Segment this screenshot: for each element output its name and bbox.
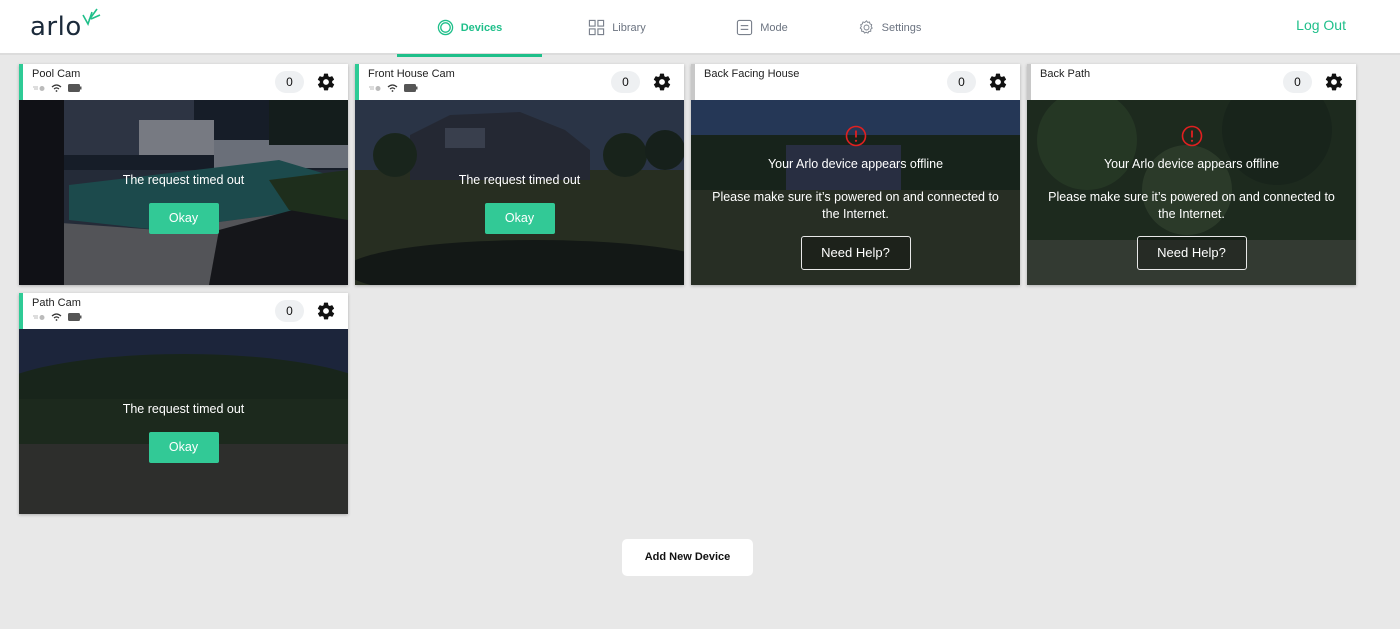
arlo-logo[interactable]: arlo [30, 8, 102, 40]
bird-logo-icon [82, 8, 101, 26]
okay-button[interactable]: Okay [148, 432, 219, 463]
library-grid-icon [589, 19, 605, 36]
alert-exclamation-icon [1181, 125, 1202, 147]
offline-detail: Please make sure it’s powered on and con… [1048, 190, 1335, 221]
wifi-icon [51, 313, 62, 321]
top-header: arlo Devices Library Mode Settings Log O… [0, 0, 1400, 57]
timeout-message: The request timed out [122, 402, 245, 416]
log-out-link[interactable]: Log Out [1296, 17, 1346, 33]
wifi-icon [387, 84, 398, 92]
add-new-device-button[interactable]: Add New Device [622, 539, 753, 576]
card-header: Path Cam 0 [19, 293, 348, 329]
camera-feed[interactable]: Your Arlo device appears offline Please … [1027, 100, 1356, 285]
clip-count-badge[interactable]: 0 [275, 71, 304, 93]
clip-count-badge[interactable]: 0 [275, 300, 304, 322]
nav-tab-library[interactable]: Library [542, 0, 692, 55]
device-card-back-facing-house: Back Facing House 0 Your Arlo device app… [691, 64, 1020, 285]
device-name: Pool Cam [32, 68, 81, 80]
device-card-pool-cam: Pool Cam 0 The request timed out Okay [19, 64, 348, 285]
card-header: Back Path 0 [1027, 64, 1356, 100]
device-settings-gear-icon[interactable] [652, 72, 672, 92]
camera-feed[interactable]: The request timed out Okay [19, 100, 348, 285]
status-icons [33, 313, 82, 321]
nav-label: Settings [881, 21, 922, 34]
device-settings-gear-icon[interactable] [1324, 72, 1344, 92]
feed-dim-overlay [355, 100, 684, 285]
need-help-button[interactable]: Need Help? [1136, 236, 1247, 270]
okay-button[interactable]: Okay [484, 203, 555, 234]
nav-tab-mode[interactable]: Mode [692, 0, 832, 55]
device-name: Back Path [1040, 68, 1091, 80]
need-help-button[interactable]: Need Help? [800, 236, 911, 270]
mode-icon [737, 19, 753, 36]
battery-icon [68, 84, 82, 92]
device-name: Back Facing House [704, 68, 800, 80]
clip-count-badge[interactable]: 0 [611, 71, 640, 93]
card-header: Pool Cam 0 [19, 64, 348, 100]
nav-label: Library [612, 21, 646, 34]
motion-indicator-icon [33, 85, 45, 91]
device-name: Front House Cam [368, 68, 455, 80]
device-settings-gear-icon[interactable] [316, 72, 336, 92]
camera-feed[interactable]: The request timed out Okay [355, 100, 684, 285]
device-card-path-cam: Path Cam 0 The request timed out Okay [19, 293, 348, 514]
device-name: Path Cam [32, 297, 81, 309]
camera-feed[interactable]: Your Arlo device appears offline Please … [691, 100, 1020, 285]
motion-indicator-icon [33, 314, 45, 320]
clip-count-badge[interactable]: 0 [1283, 71, 1312, 93]
device-settings-gear-icon[interactable] [988, 72, 1008, 92]
feed-dim-overlay [19, 100, 348, 285]
clip-count-badge[interactable]: 0 [947, 71, 976, 93]
nav-tab-settings[interactable]: Settings [832, 0, 947, 55]
offline-message: Your Arlo device appears offline [1103, 157, 1280, 171]
nav-tab-devices[interactable]: Devices [397, 0, 542, 57]
offline-message: Your Arlo device appears offline [767, 157, 944, 171]
status-icons [33, 84, 82, 92]
battery-icon [404, 84, 418, 92]
timeout-message: The request timed out [122, 173, 245, 187]
device-card-front-house-cam: Front House Cam 0 The request timed out … [355, 64, 684, 285]
alert-exclamation-icon [845, 125, 866, 147]
device-card-back-path: Back Path 0 Your Arlo device appears off… [1027, 64, 1356, 285]
battery-icon [68, 313, 82, 321]
gear-outline-icon [859, 20, 873, 34]
wifi-icon [51, 84, 62, 92]
feed-dim-overlay [19, 329, 348, 514]
motion-indicator-icon [369, 85, 381, 91]
device-settings-gear-icon[interactable] [316, 301, 336, 321]
nav-label: Devices [460, 21, 503, 34]
okay-button[interactable]: Okay [148, 203, 219, 234]
camera-feed[interactable]: The request timed out Okay [19, 329, 348, 514]
timeout-message: The request timed out [458, 173, 581, 187]
main-nav: Devices Library Mode Settings [397, 0, 947, 57]
logo-text: arlo [30, 12, 82, 42]
offline-detail: Please make sure it’s powered on and con… [712, 190, 999, 221]
status-icons [369, 84, 418, 92]
nav-label: Mode [760, 21, 788, 34]
card-header: Back Facing House 0 [691, 64, 1020, 100]
card-header: Front House Cam 0 [355, 64, 684, 100]
devices-icon [437, 19, 453, 36]
